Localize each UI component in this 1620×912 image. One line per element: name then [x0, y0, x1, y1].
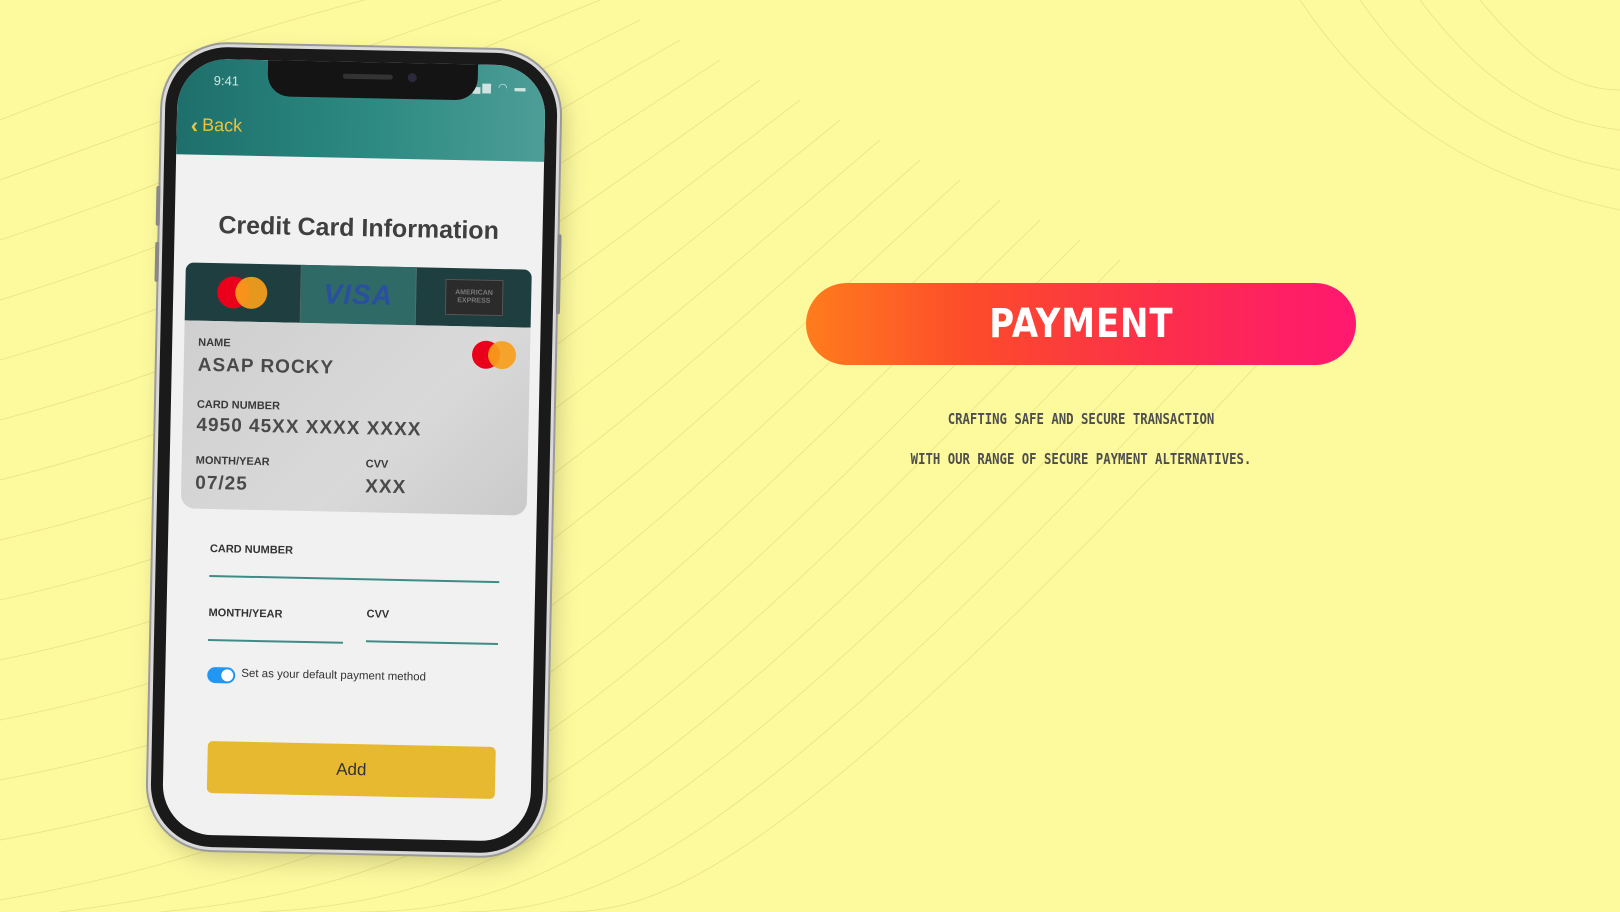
cvv-field-label: CVV	[366, 608, 390, 621]
card-expiry-label: MONTH/YEAR	[195, 454, 270, 469]
card-expiry-value: 07/25	[195, 472, 249, 495]
expiry-field-label: MONTH/YEAR	[208, 606, 283, 621]
card-cvv-label: CVV	[365, 458, 389, 471]
brand-option-visa[interactable]: VISA	[300, 264, 418, 326]
card-preview: NAME ASAP ROCKY CARD NUMBER 4950 45XX XX…	[180, 320, 531, 516]
card-cvv-value: XXX	[365, 476, 407, 499]
visa-icon: VISA	[323, 278, 394, 311]
status-time: 9:41	[213, 72, 240, 89]
battery-icon: ▬	[514, 82, 528, 95]
back-label: Back	[201, 114, 243, 136]
card-name-label: NAME	[198, 336, 231, 350]
promo-tagline-line1: CRAFTING SAFE AND SECURE TRANSACTION	[947, 410, 1215, 428]
back-button[interactable]: ‹ Back	[190, 112, 243, 138]
phone-mockup: 9:41 ▂▄▆ ◠ ▬ ‹ Back Credit Card Informat…	[149, 45, 562, 855]
phone-screen: 9:41 ▂▄▆ ◠ ▬ ‹ Back Credit Card Informat…	[161, 58, 547, 842]
add-button[interactable]: Add	[206, 741, 496, 800]
card-number-field-label: CARD NUMBER	[209, 543, 294, 557]
brand-option-amex[interactable]: AMERICAN EXPRESS	[416, 267, 532, 327]
card-number-value: 4950 45XX XXXX XXXX	[196, 414, 422, 441]
default-payment-label: Set as your default payment method	[241, 667, 427, 684]
mastercard-icon	[471, 340, 519, 370]
payment-title-banner: PAYMENT	[806, 283, 1356, 365]
card-brand-selector: VISA AMERICAN EXPRESS	[184, 262, 532, 328]
wifi-icon: ◠	[497, 81, 510, 95]
cvv-input[interactable]	[365, 640, 498, 646]
amex-icon: AMERICAN EXPRESS	[444, 278, 504, 317]
default-payment-toggle[interactable]	[207, 666, 236, 684]
brand-option-mastercard[interactable]	[184, 262, 302, 323]
promo-tagline-line2: WITH OUR RANGE OF SECURE PAYMENT ALTERNA…	[910, 450, 1252, 468]
expiry-input[interactable]	[207, 638, 343, 644]
card-name-value: ASAP ROCKY	[197, 354, 335, 379]
speaker-grille	[342, 73, 393, 80]
chevron-left-icon: ‹	[190, 112, 199, 138]
page-title: Credit Card Information	[218, 211, 500, 245]
app-header: 9:41 ▂▄▆ ◠ ▬ ‹ Back	[176, 58, 547, 162]
phone-volume-up-button	[155, 185, 161, 226]
mastercard-icon	[217, 276, 268, 310]
card-number-label: CARD NUMBER	[196, 398, 281, 413]
phone-volume-down-button	[154, 241, 160, 282]
card-number-input[interactable]	[209, 574, 500, 584]
front-camera	[407, 73, 417, 83]
phone-notch	[267, 58, 479, 101]
toggle-knob	[221, 669, 234, 682]
promo-title: PAYMENT	[988, 301, 1174, 347]
